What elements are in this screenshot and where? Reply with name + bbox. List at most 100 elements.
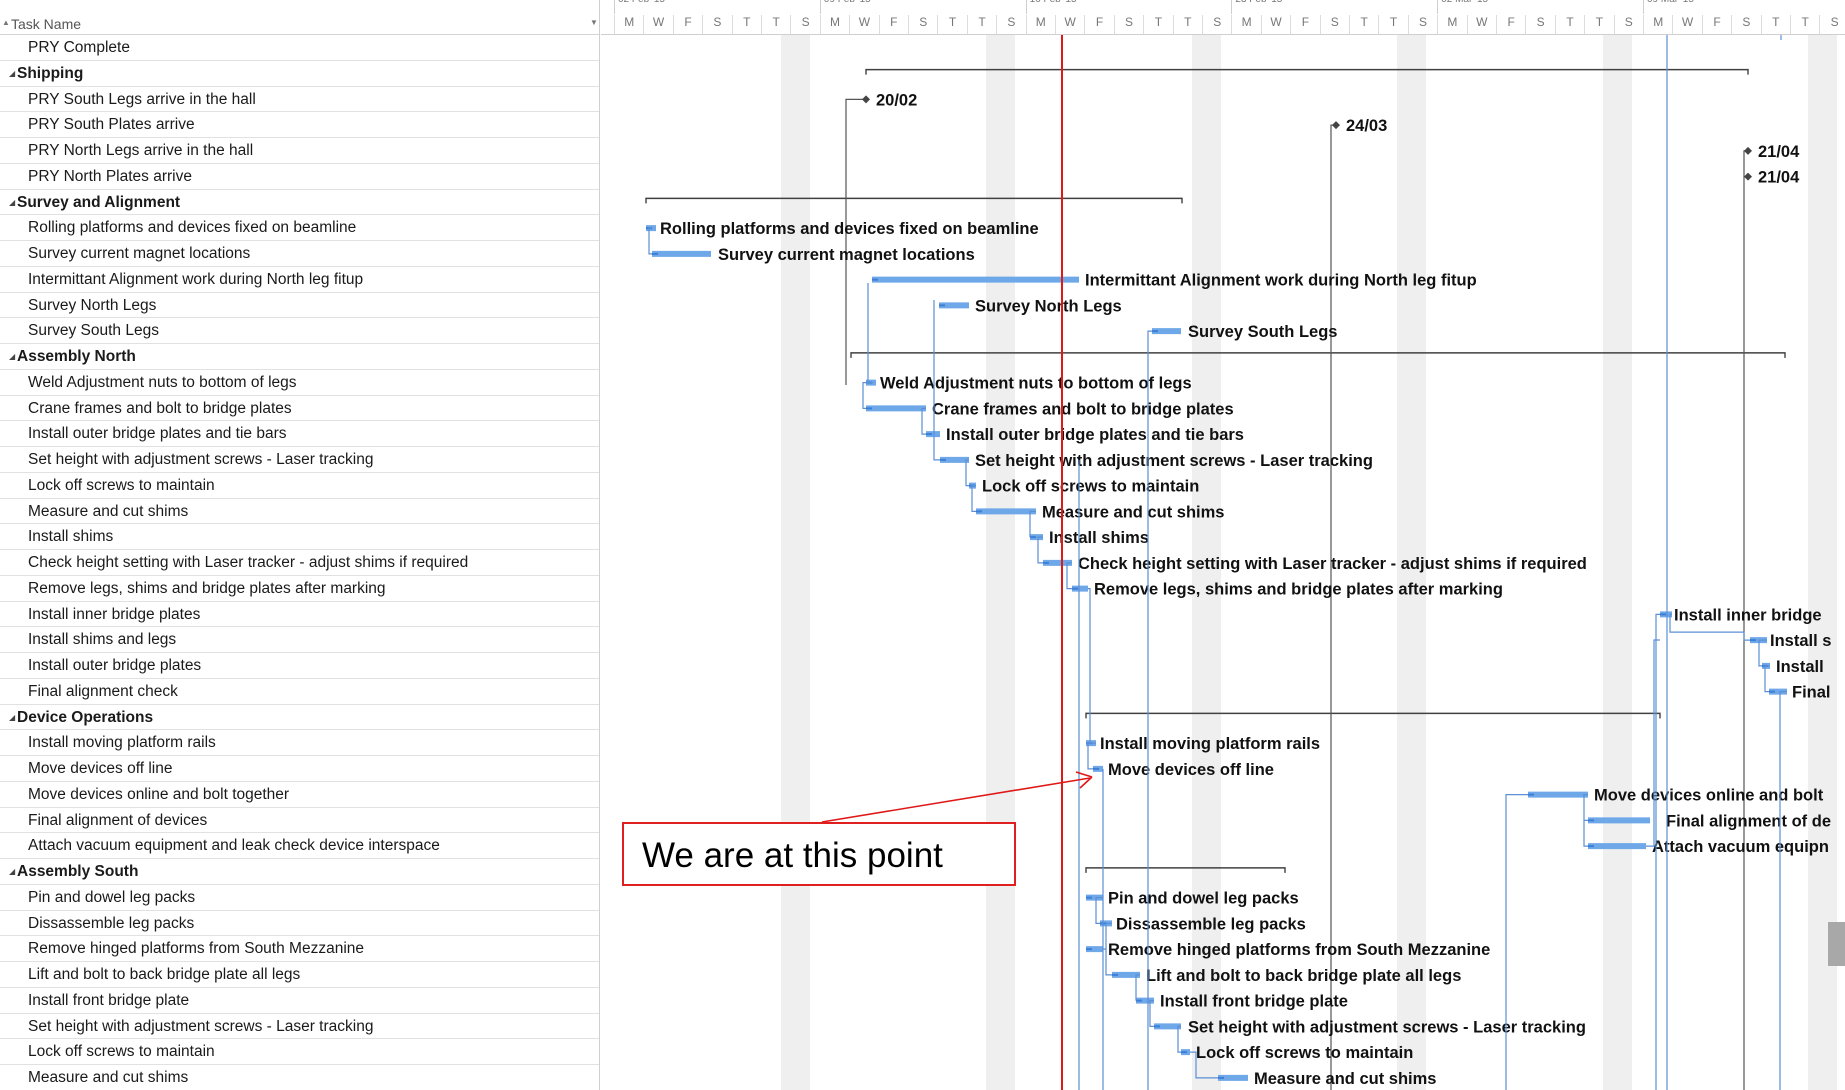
dependency-link [1646, 639, 1660, 847]
bar-label: Set height with adjustment screws - Lase… [975, 452, 1373, 470]
task-progress [652, 252, 658, 255]
task-row[interactable]: Survey South Legs [0, 318, 600, 344]
summary-task-row[interactable]: ◢ Assembly North [0, 344, 600, 370]
bar-label: Measure and cut shims [1042, 503, 1224, 521]
vertical-scrollbar-thumb[interactable] [1828, 922, 1845, 966]
gantt-chart-area: MWFSTTSMWFSTTSMWFSTTSMWFSTTSMWFSTTSMWFST… [601, 0, 1845, 1090]
task-row[interactable]: Measure and cut shims [0, 499, 600, 525]
timescale-day-label: S [1407, 15, 1437, 34]
bar-label: Remove hinged platforms from South Mezza… [1108, 941, 1490, 959]
task-row[interactable]: Move devices online and bolt together [0, 782, 600, 808]
task-row[interactable]: Attach vacuum equipment and leak check d… [0, 833, 600, 859]
grid-splitter[interactable] [599, 0, 600, 1090]
timescale-day-label: W [1466, 15, 1496, 34]
timescale-day-label: T [731, 15, 761, 34]
task-row[interactable]: Measure and cut shims [0, 1065, 600, 1090]
timescale-day-label: F [1084, 15, 1113, 34]
bar-label: Remove legs, shims and bridge plates aft… [1094, 581, 1503, 599]
task-row[interactable]: Survey North Legs [0, 293, 600, 319]
summary-task-row[interactable]: ◢ Survey and Alignment [0, 190, 600, 216]
task-row[interactable]: Check height setting with Laser tracker … [0, 550, 600, 576]
task-progress [872, 278, 878, 281]
timescale-week-label: 02 Feb '15 [618, 0, 665, 5]
task-row[interactable]: Install outer bridge plates [0, 653, 600, 679]
bar-label: Move devices off line [1108, 761, 1274, 779]
task-row[interactable]: Pin and dowel leg packs [0, 885, 600, 911]
dependency-link [1505, 794, 1528, 1090]
summary-bar [1085, 712, 1661, 719]
task-row[interactable]: Move devices off line [0, 756, 600, 782]
task-progress [866, 407, 872, 410]
bar-label: Install inner bridge [1674, 606, 1822, 624]
column-dropdown-icon[interactable]: ▼ [590, 18, 598, 27]
dependency-link [1135, 974, 1140, 1001]
task-row[interactable]: Lock off screws to maintain [0, 473, 600, 499]
summary-task-row[interactable]: ◢ Device Operations [0, 705, 600, 731]
timescale-day-label: S [996, 15, 1025, 34]
task-row[interactable]: Lock off screws to maintain [0, 1039, 600, 1065]
column-header-label: Task Name [11, 16, 82, 32]
task-name: Device Operations [17, 708, 154, 726]
task-row[interactable]: Install moving platform rails [0, 730, 600, 756]
task-name-column-header[interactable]: ▲ Task Name ▼ [0, 12, 600, 35]
task-progress [1154, 1025, 1160, 1028]
summary-task-row[interactable]: ◢ Shipping [0, 61, 600, 87]
task-row[interactable]: Crane frames and bolt to bridge plates [0, 396, 600, 422]
task-row[interactable]: Lift and bolt to back bridge plate all l… [0, 962, 600, 988]
task-row[interactable]: Dissassemble leg packs [0, 911, 600, 937]
task-row[interactable]: PRY South Plates arrive [0, 112, 600, 138]
task-row[interactable]: Intermittant Alignment work during North… [0, 267, 600, 293]
task-name: PRY Complete [28, 39, 130, 56]
task-bar [1588, 817, 1650, 824]
timescale-day-label: F [1701, 15, 1731, 34]
task-progress [1136, 999, 1142, 1002]
collapse-triangle-icon[interactable]: ◢ [9, 867, 15, 876]
task-name: Shipping [17, 64, 84, 82]
bar-label: Set height with adjustment screws - Lase… [1188, 1018, 1586, 1036]
task-row[interactable]: Set height with adjustment screws - Lase… [0, 1014, 600, 1040]
task-progress [1093, 767, 1099, 770]
timescale-week-label: 23 Feb '15 [1235, 0, 1282, 5]
task-name: Remove hinged platforms from South Mezza… [28, 940, 364, 958]
dependency-link [1066, 562, 1072, 590]
task-row[interactable]: PRY Complete [0, 35, 600, 61]
bar-label: Check height setting with Laser tracker … [1078, 555, 1587, 573]
task-row[interactable]: Set height with adjustment screws - Lase… [0, 447, 600, 473]
task-row[interactable]: Install inner bridge plates [0, 602, 600, 628]
task-row[interactable]: Install shims and legs [0, 627, 600, 653]
task-progress [1750, 639, 1756, 642]
task-bar [1588, 843, 1646, 850]
task-name: Crane frames and bolt to bridge plates [28, 399, 292, 417]
task-name: Survey current magnet locations [28, 245, 251, 262]
task-row[interactable]: Rolling platforms and devices fixed on b… [0, 215, 600, 241]
bar-label: Final [1792, 684, 1831, 702]
task-row[interactable]: Install front bridge plate [0, 988, 600, 1014]
timescale-week-divider [614, 0, 615, 14]
task-row[interactable]: PRY South Legs arrive in the hall [0, 87, 600, 113]
task-row[interactable]: Remove hinged platforms from South Mezza… [0, 936, 600, 962]
task-row[interactable]: Final alignment check [0, 679, 600, 705]
collapse-triangle-icon[interactable]: ◢ [9, 352, 15, 361]
timescale-day-label: S [908, 15, 937, 34]
task-row[interactable]: Final alignment of devices [0, 808, 600, 834]
task-name: Move devices off line [28, 760, 173, 777]
task-row[interactable]: Remove legs, shims and bridge plates aft… [0, 576, 600, 602]
summary-task-row[interactable]: ◢ Assembly South [0, 859, 600, 885]
task-progress [1218, 1076, 1224, 1079]
task-row[interactable]: PRY North Legs arrive in the hall [0, 138, 600, 164]
task-row[interactable]: Install outer bridge plates and tie bars [0, 421, 600, 447]
timescale-day-label: F [1496, 15, 1525, 34]
collapse-triangle-icon[interactable]: ◢ [9, 713, 15, 722]
task-name: Measure and cut shims [28, 502, 189, 520]
task-row[interactable]: Survey current magnet locations [0, 241, 600, 267]
dependency-link [862, 382, 873, 409]
collapse-triangle-icon[interactable]: ◢ [9, 69, 15, 78]
task-row[interactable]: Install shims [0, 524, 600, 550]
task-row[interactable]: Weld Adjustment nuts to bottom of legs [0, 370, 600, 396]
timescale-day-label: T [761, 15, 790, 34]
task-row[interactable]: PRY North Plates arrive [0, 164, 600, 190]
collapse-triangle-icon[interactable]: ◢ [9, 198, 15, 207]
bar-label: Lift and bolt to back bridge plate all l… [1146, 967, 1461, 985]
bar-label: Lock off screws to maintain [1196, 1044, 1413, 1062]
dependency-link [845, 98, 866, 385]
